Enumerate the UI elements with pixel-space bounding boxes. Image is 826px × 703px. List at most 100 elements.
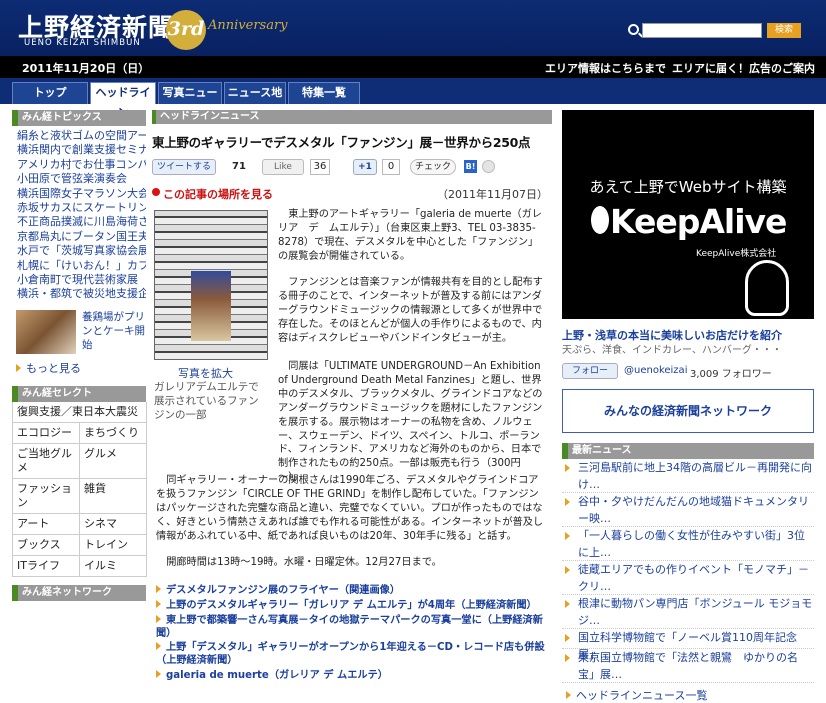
- select-item[interactable]: ITライフ: [13, 555, 80, 577]
- list-item[interactable]: 三河島駅前に地上34階の高層ビル－再開発に向け…: [562, 459, 814, 493]
- plus-one-count: 0: [382, 159, 400, 175]
- list-item[interactable]: 不正商品撲滅に川島海荷さん: [12, 215, 146, 229]
- like-count: 36: [310, 159, 330, 175]
- list-item[interactable]: 小倉南町で現代芸術家展: [12, 273, 146, 287]
- tweet-button[interactable]: ツイートする: [152, 159, 216, 175]
- tab-features[interactable]: 特集一覧: [288, 82, 360, 104]
- mixi-check-button[interactable]: チェック: [410, 159, 456, 175]
- article-paragraph: ファンジンとは音楽ファンが情報共有を目的とし配布する冊子のことで、インターネット…: [278, 277, 543, 344]
- article-place-link[interactable]: この記事の場所を見る: [163, 186, 273, 202]
- select-item[interactable]: ブックス: [13, 534, 80, 556]
- list-item[interactable]: 東京国立博物館で「法然と親鸞 ゆかりの名宝」展…: [562, 649, 814, 683]
- related-link[interactable]: 上野のデスメタルギャラリー「ガレリア デ ムエルテ」が4周年（上野経済新聞）: [156, 599, 548, 612]
- related-link[interactable]: 上野「デスメタル」ギャラリーがオープンから1年迎える－CD・レコード店も併設（上…: [156, 641, 548, 667]
- evernote-icon[interactable]: [482, 160, 495, 173]
- promo-item[interactable]: 養鶏場がプリンとケーキ開始: [12, 306, 146, 358]
- arrow-icon: [156, 614, 161, 623]
- article-photo[interactable]: [154, 210, 268, 360]
- select-item[interactable]: シネマ: [80, 513, 147, 535]
- list-item[interactable]: 谷中・夕やけだんだんの地域猫ドキュメンタリー映…: [562, 493, 814, 527]
- map-pin-icon: [152, 188, 160, 196]
- select-item[interactable]: アート: [13, 513, 80, 535]
- article-paragraph: 同展は「ULTIMATE UNDERGROUND－An Exhibition o…: [278, 361, 543, 484]
- paw-icon: [745, 260, 789, 316]
- area-info-link[interactable]: エリア情報はこちらまで: [545, 60, 666, 76]
- more-link[interactable]: もっと見る: [12, 360, 146, 380]
- list-item[interactable]: 国立科学博物館で「ノーベル賞110周年記念展」…: [562, 629, 814, 661]
- article-paragraph: 東上野のアートギャラリー「galeria de muerte（ガレリア デ ムエ…: [278, 209, 542, 262]
- related-link[interactable]: galeria de muerte（ガレリア デ ムエルテ）: [156, 669, 548, 682]
- search-icon: [628, 24, 639, 35]
- ad-info-link[interactable]: エリアに届く！広告のご案内: [672, 60, 815, 76]
- select-item[interactable]: エコロジー: [13, 422, 80, 444]
- network-banner[interactable]: みんなの経済新聞ネットワーク: [562, 389, 814, 433]
- ad-company: KeepAlive株式会社: [696, 249, 777, 259]
- list-item[interactable]: 「一人暮らしの働く女性が住みやすい街」3位に上…: [562, 527, 814, 561]
- photo-enlarge-link[interactable]: 写真を拡大: [178, 365, 233, 381]
- ad-headline: あえて上野でWebサイト構築: [589, 178, 787, 196]
- select-item[interactable]: トレイン: [80, 534, 147, 556]
- select-grid: 復興支援／東日本大震災 エコロジー まちづくり ご当地グルメ グルメ ファッショ…: [12, 401, 147, 577]
- twitter-handle[interactable]: @uenokeizai: [624, 365, 687, 376]
- list-item[interactable]: 京都烏丸にブータン国王夫妻: [12, 230, 146, 244]
- text-ad-sub: 天ぷら、洋食、インドカレー、ハンバーグ・・・: [562, 345, 782, 356]
- list-item[interactable]: 横浜国際女子マラソン大会: [12, 187, 146, 201]
- tab-headline[interactable]: ヘッドライン: [90, 82, 156, 119]
- left-sidebar: みん経トピックス 絹糸と液状ゴムの空間アート 横浜関内で創業支援セミナー アメリ…: [12, 110, 147, 601]
- list-item[interactable]: 水戸で「茨城写真家協会展」: [12, 244, 146, 258]
- list-item[interactable]: 徒蔵エリアでもの作りイベント「モノマチ」－クリ…: [562, 561, 814, 595]
- latest-news-header: 最新ニュース: [562, 443, 814, 459]
- tweet-count: 71: [232, 161, 246, 172]
- arrow-icon: [565, 498, 570, 506]
- arrow-icon: [565, 600, 570, 608]
- tab-photo-news[interactable]: 写真ニュース: [158, 82, 222, 119]
- list-item[interactable]: 絹糸と液状ゴムの空間アート: [12, 129, 146, 143]
- tab-top[interactable]: トップ: [12, 82, 88, 104]
- promo-image[interactable]: [16, 309, 76, 354]
- arrow-icon: [156, 599, 161, 608]
- like-button[interactable]: Like: [262, 159, 304, 175]
- list-item[interactable]: 赤坂サカスにスケートリンク: [12, 201, 146, 215]
- headline-list-link[interactable]: ヘッドラインニュース一覧: [562, 687, 814, 703]
- arrow-icon: [566, 691, 571, 699]
- follow-button[interactable]: フォロー: [562, 363, 618, 379]
- list-item[interactable]: 根津に動物パン専門店「ボンジュール モジョモジ…: [562, 595, 814, 629]
- ad-banner[interactable]: あえて上野でWebサイト構築 KeepAlive KeepAlive株式会社: [562, 110, 814, 319]
- related-link[interactable]: 東上野で都築響一さん写真展－タイの地獄テーマパークの写真一堂に（上野経済新聞）: [156, 614, 548, 640]
- text-ad-link[interactable]: 上野・浅草の本当に美味しいお店だけを紹介: [562, 327, 814, 342]
- article-date: （2011年11月07日）: [437, 188, 548, 201]
- ad-logo: KeepAlive: [610, 202, 787, 241]
- plus-one-button[interactable]: +1: [353, 159, 377, 175]
- social-bar: ツイートする 71 Like 36 +1 0 チェック B!: [152, 159, 552, 183]
- list-item[interactable]: 横浜・都筑で被災地支援企画: [12, 287, 146, 301]
- date-bar: 2011年11月20日（日） エリア情報はこちらまで エリアに届く！広告のご案内: [0, 56, 826, 78]
- select-item[interactable]: ご当地グルメ: [13, 443, 80, 479]
- main-nav: トップ ヘッドライン 写真ニュース ニュース地図 特集一覧: [0, 78, 826, 119]
- search-button[interactable]: 検索: [767, 23, 801, 38]
- arrow-icon: [156, 585, 161, 593]
- follower-count: 3,009 フォロワー: [690, 369, 772, 380]
- select-item[interactable]: 復興支援／東日本大震災: [13, 401, 147, 423]
- arrow-icon: [565, 634, 570, 642]
- list-item[interactable]: 札幌に「けいおん！」カフェ: [12, 259, 146, 273]
- tab-news-map[interactable]: ニュース地図: [224, 82, 286, 119]
- select-item[interactable]: ファッション: [13, 478, 80, 514]
- hatena-bookmark-icon[interactable]: B!: [464, 160, 477, 173]
- list-item[interactable]: アメリカ村でお仕事コンパ: [12, 158, 146, 172]
- list-item[interactable]: 横浜関内で創業支援セミナー: [12, 143, 146, 157]
- select-item[interactable]: グルメ: [80, 443, 147, 479]
- related-link[interactable]: デスメタルファンジン展のフライヤー（関連画像）: [156, 584, 548, 597]
- select-item[interactable]: イルミ: [80, 555, 147, 577]
- select-item[interactable]: まちづくり: [80, 422, 147, 444]
- article-main: ヘッドラインニュース 東上野のギャラリーでデスメタル「ファンジン」展－世界から2…: [152, 110, 552, 681]
- arrow-icon: [565, 566, 570, 574]
- search-input[interactable]: [642, 23, 762, 38]
- section-header: ヘッドラインニュース: [152, 110, 552, 124]
- right-sidebar: あえて上野でWebサイト構築 KeepAlive KeepAlive株式会社 上…: [562, 110, 814, 703]
- article-paragraph: 同ギャラリー・オーナーの関根さんは1990年ごろ、デスメタルやグラインドコアを扱…: [156, 475, 544, 542]
- topics-list: 絹糸と液状ゴムの空間アート 横浜関内で創業支援セミナー アメリカ村でお仕事コンパ…: [12, 129, 146, 302]
- list-item[interactable]: 小田原で管弦楽演奏会: [12, 172, 146, 186]
- site-header: 上野経済新聞 UENO KEIZAI SHIMBUN 3rd Anniversa…: [0, 0, 826, 56]
- promo-text[interactable]: 養鶏場がプリンとケーキ開始: [82, 310, 146, 352]
- select-item[interactable]: 雑貨: [80, 478, 147, 514]
